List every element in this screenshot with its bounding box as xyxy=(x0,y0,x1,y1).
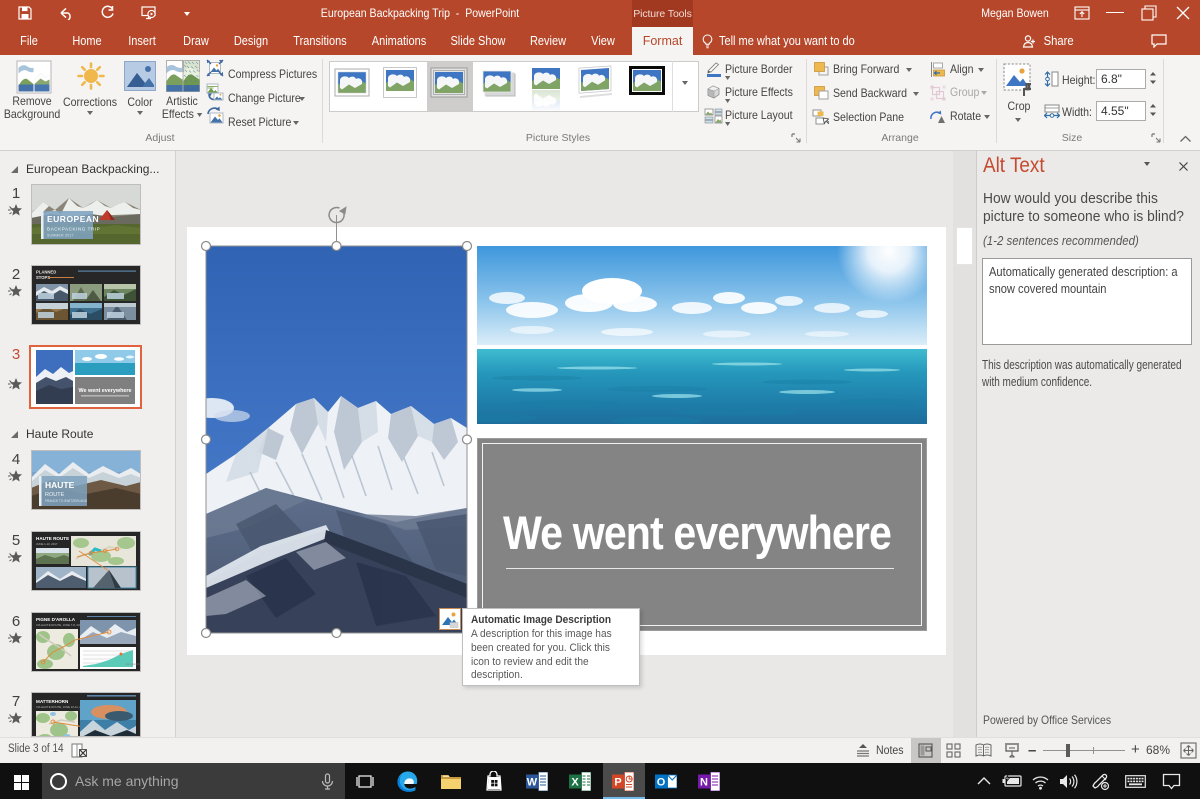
svg-text:SUMMER 2017: SUMMER 2017 xyxy=(47,234,74,238)
svg-text:HAUTE ROUTE: HAUTE ROUTE xyxy=(36,536,69,541)
svg-text:PLANNED: PLANNED xyxy=(36,270,56,275)
svg-text:N: N xyxy=(700,777,708,789)
svg-text:BACKPACKING TRIP: BACKPACKING TRIP xyxy=(47,227,100,232)
svg-text:HAUTE: HAUTE xyxy=(45,480,75,490)
svg-text:O: O xyxy=(657,777,666,789)
svg-text:EUROPEAN: EUROPEAN xyxy=(47,214,99,224)
svg-text:ROUTE: ROUTE xyxy=(45,492,65,498)
svg-text:JUNE 1-10, 2017: JUNE 1-10, 2017 xyxy=(36,542,58,546)
svg-text:VIA HAUTE ROUTE, JUNE 10-11, 2: VIA HAUTE ROUTE, JUNE 10-11, 2017 xyxy=(36,705,86,709)
svg-text:FRANCE TO SWITZERLAND: FRANCE TO SWITZERLAND xyxy=(45,499,88,503)
svg-text:P: P xyxy=(614,777,621,789)
svg-text:MATTERHORN: MATTERHORN xyxy=(36,699,69,704)
svg-text:X: X xyxy=(571,777,579,789)
svg-text:VIA HAUTE ROUTE, JUNE 7-8, 201: VIA HAUTE ROUTE, JUNE 7-8, 2017 xyxy=(36,623,83,627)
svg-text:We went everywhere: We went everywhere xyxy=(79,388,132,394)
svg-text:PIGNE D'AROLLA: PIGNE D'AROLLA xyxy=(36,617,76,622)
svg-text:Elevation (m): Elevation (m) xyxy=(126,662,141,666)
svg-text:W: W xyxy=(527,777,538,789)
